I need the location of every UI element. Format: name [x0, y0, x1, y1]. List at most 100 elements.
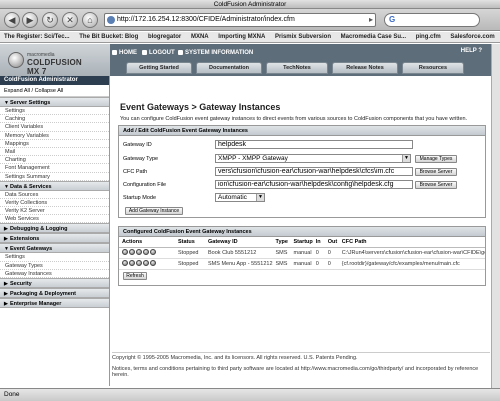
table-row: Stopped Book Club 5551212 SMS manual 0 0… [119, 247, 485, 259]
cfc-path-input[interactable]: vers\cfusion\cfusion-ear\cfusion-war\hel… [215, 167, 413, 176]
nav-system-information[interactable]: SYSTEM INFORMATION [178, 48, 253, 58]
sidebar-section[interactable]: ▶ Security [0, 278, 109, 288]
row-out: 0 [324, 258, 339, 270]
sidebar-item[interactable]: Verity K2 Server [0, 207, 109, 216]
row-in: 0 [312, 258, 325, 270]
startup-mode-value: Automatic [218, 194, 247, 201]
sidebar-item[interactable]: Settings [0, 107, 109, 116]
restart-icon[interactable] [129, 260, 135, 266]
chevron-down-icon: ▼ [402, 155, 410, 162]
start-icon[interactable] [143, 260, 149, 266]
bookmark[interactable]: The Bit Bucket: Blog [75, 32, 142, 42]
sidebar-item[interactable]: Settings Summary [0, 173, 109, 181]
sidebar-item[interactable]: Charting [0, 156, 109, 165]
google-search-input[interactable]: G [384, 13, 480, 27]
nav-home[interactable]: HOME [112, 48, 137, 58]
expand-collapse-link[interactable]: Expand All / Collapse All [0, 85, 109, 97]
sidebar-item[interactable]: Memory Variables [0, 132, 109, 140]
column-header: Startup [290, 237, 313, 248]
stop-button[interactable]: ✕ [62, 12, 78, 28]
browse-server-button[interactable]: Browse Server [415, 168, 457, 176]
page-title: Event Gateways > Gateway Instances [120, 102, 281, 112]
gateway-instances-table: Actions Status Gateway ID Type Startup I… [119, 237, 485, 270]
help-link[interactable]: HELP ? [461, 48, 482, 54]
footer-divider [112, 352, 490, 353]
info-icon [178, 49, 183, 55]
sidebar-item[interactable]: Web Services [0, 215, 109, 224]
sidebar-item[interactable]: Font Management [0, 164, 109, 173]
sidebar-item[interactable]: Data Sources [0, 191, 109, 199]
startup-mode-label: Startup Mode [123, 195, 157, 201]
vertical-scrollbar[interactable] [491, 44, 500, 388]
sidebar-section-label: Data & Services [10, 183, 52, 190]
back-button[interactable]: ◀ [4, 12, 20, 28]
sidebar-item[interactable]: Verity Collections [0, 199, 109, 208]
browser-toolbar: ◀ ▶ ↻ ✕ ⌂ http://172.16.254.12:8300/CFID… [0, 9, 500, 31]
bookmark[interactable]: Macromedia Case Su... [337, 32, 410, 42]
config-file-input[interactable]: ion\cfusion-ear\cfusion-war\helpdesk\con… [215, 180, 413, 189]
startup-mode-select[interactable]: Automatic ▼ [215, 193, 265, 202]
tab-release-notes[interactable]: Release Notes [332, 62, 398, 74]
sidebar-section-label: Packaging & Deployment [10, 291, 77, 297]
bookmark[interactable]: The Register: Sci/Tec... [0, 32, 74, 42]
sidebar-section[interactable]: ▼Server Settings [0, 97, 109, 107]
bookmark[interactable]: MXNA [187, 32, 213, 42]
add-gateway-instance-button[interactable]: Add Gateway Instance [125, 207, 183, 215]
gateway-type-select[interactable]: XMPP - XMPP Gateway ▼ [215, 154, 411, 163]
sidebar-section[interactable]: ▶ Debugging & Logging [0, 223, 109, 234]
stop-icon[interactable] [136, 249, 142, 255]
sidebar-item[interactable]: Mappings [0, 140, 109, 148]
column-header: Status [175, 237, 205, 248]
bookmark[interactable]: Salesforce.com [446, 32, 498, 42]
sidebar-section[interactable]: ▼Data & Services [0, 180, 109, 191]
refresh-button[interactable]: Refresh [123, 272, 147, 280]
delete-icon[interactable] [150, 260, 156, 266]
sidebar-item[interactable]: Settings [0, 253, 109, 262]
gateway-type-label: Gateway Type [123, 156, 159, 162]
gateway-id-input[interactable]: helpdesk [215, 140, 413, 149]
gateway-id-label: Gateway ID [123, 142, 152, 148]
browse-server-button[interactable]: Browse Server [415, 181, 457, 189]
nav-logout[interactable]: LOGOUT [142, 48, 175, 58]
delete-icon[interactable] [150, 249, 156, 255]
sidebar-item[interactable]: Caching [0, 115, 109, 124]
sidebar-section[interactable]: ▶ Enterprise Manager [0, 298, 109, 308]
sidebar-item[interactable]: Client Variables [0, 123, 109, 132]
bookmark[interactable]: Importing MXNA [214, 32, 269, 42]
sidebar-section[interactable]: ▼Event Gateways [0, 243, 109, 254]
forward-button[interactable]: ▶ [22, 12, 38, 28]
row-startup: manual [290, 247, 313, 259]
row-gateway-id: Book Club 5551212 [205, 247, 273, 259]
reload-button[interactable]: ↻ [42, 12, 58, 28]
sidebar-section[interactable]: ▶ Extensions [0, 233, 109, 244]
restart-icon[interactable] [129, 249, 135, 255]
url-bar[interactable]: http://172.16.254.12:8300/CFIDE/Administ… [104, 13, 376, 27]
stop-icon[interactable] [136, 260, 142, 266]
edit-icon[interactable] [122, 249, 128, 255]
coldfusion-logo: macromedia COLDFUSION MX 7 [8, 50, 92, 76]
sidebar-section-label: Enterprise Manager [10, 301, 62, 307]
edit-icon[interactable] [122, 260, 128, 266]
sidebar-item[interactable]: Gateway Types [0, 262, 109, 270]
bookmark[interactable]: Prismix Subversion [271, 32, 335, 42]
go-arrow-icon[interactable]: ▸ [369, 14, 373, 26]
tab-getting-started[interactable]: Getting Started [126, 62, 192, 74]
manage-types-button[interactable]: Manage Types [415, 155, 457, 163]
column-header: In [312, 237, 325, 248]
row-actions [119, 247, 175, 259]
sidebar-section[interactable]: ▶ Packaging & Deployment [0, 288, 109, 298]
cfc-path-label: CFC Path [123, 169, 148, 175]
sidebar-section-label: Debugging & Logging [10, 226, 68, 233]
home-button[interactable]: ⌂ [82, 12, 98, 28]
sidebar-item[interactable]: Gateway Instances [0, 270, 109, 278]
bookmark[interactable]: ping.cfm [412, 32, 445, 42]
start-icon[interactable] [143, 249, 149, 255]
column-header: Gateway ID [205, 237, 273, 248]
tab-documentation[interactable]: Documentation [196, 62, 262, 74]
tab-resources[interactable]: Resources [402, 62, 464, 74]
sidebar-item[interactable]: Mail [0, 148, 109, 157]
column-header: Out [324, 237, 339, 248]
tab-technotes[interactable]: TechNotes [266, 62, 328, 74]
bookmark[interactable]: blogregator [144, 32, 185, 42]
row-type: SMS [272, 258, 291, 270]
